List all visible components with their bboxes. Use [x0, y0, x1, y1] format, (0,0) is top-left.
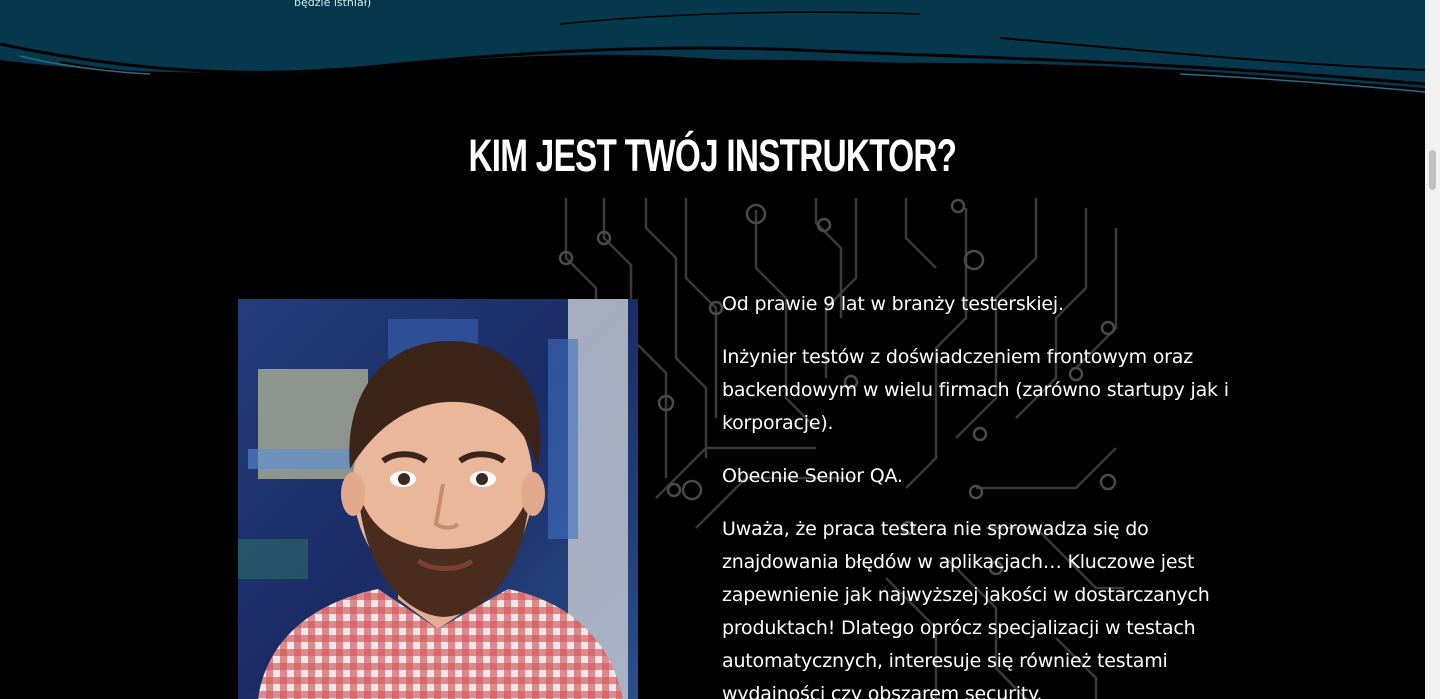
bio-paragraph-position: Obecnie Senior QA.	[722, 465, 903, 487]
bio-paragraph-experience: Od prawie 9 lat w branży testerskiej.	[722, 293, 1064, 315]
page-scrollbar[interactable]	[1425, 0, 1440, 699]
page: będzie istniał) KIM JEST TWÓJ INSTRUKTOR…	[0, 0, 1425, 699]
bio-paragraph-background: Inżynier testów z doświadczeniem frontow…	[722, 346, 1229, 434]
bio-paragraph-philosophy: Uważa, że praca testera nie sprowadza si…	[722, 518, 1210, 699]
scrollbar-thumb[interactable]	[1429, 150, 1436, 190]
instructor-photo-icon	[238, 299, 638, 699]
section-title: KIM JEST TWÓJ INSTRUKTOR?	[468, 130, 957, 181]
instructor-bio: Od prawie 9 lat w branży testerskiej. In…	[722, 288, 1262, 699]
top-note: będzie istniał)	[294, 0, 372, 9]
instructor-photo	[238, 299, 638, 699]
wave-divider	[0, 0, 1425, 93]
